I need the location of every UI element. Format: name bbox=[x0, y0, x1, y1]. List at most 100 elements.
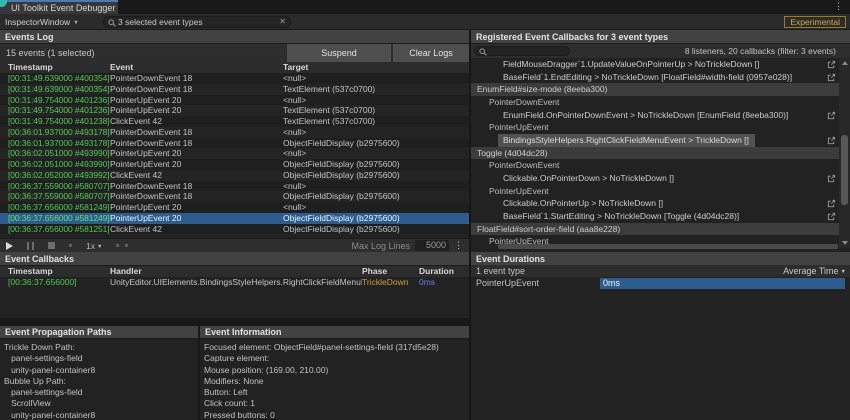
column-target[interactable]: Target bbox=[283, 62, 469, 73]
panel-picker-label: InspectorWindow bbox=[5, 17, 70, 27]
propagation-line: Bubble Up Path: bbox=[4, 376, 198, 387]
registered-callback-row[interactable]: FieldMouseDragger`1.UpdateValueOnPointer… bbox=[471, 58, 850, 71]
registered-callback-row[interactable]: Clickable.OnPointerDown > NoTrickleDown … bbox=[471, 172, 850, 185]
tab-ui-toolkit-event-debugger[interactable]: UI Toolkit Event Debugger bbox=[0, 0, 118, 14]
event-log-row[interactable]: [00:36:02.051000 #493990]PointerUpEvent … bbox=[0, 159, 469, 170]
chevron-down-icon: ▼ bbox=[73, 20, 78, 26]
suspend-button[interactable]: Suspend bbox=[285, 44, 391, 62]
event-callback-row[interactable]: [00:36:37.656000]UnityEditor.UIElements.… bbox=[0, 277, 469, 288]
event-target: <null> bbox=[283, 202, 469, 213]
events-log-rows: [00:31:49.639000 #400354]PointerDownEven… bbox=[0, 73, 469, 234]
registered-group-header[interactable]: Toggle (4d04dc28) bbox=[471, 147, 850, 160]
event-name: ClickEvent 42 bbox=[110, 170, 283, 181]
event-target: TextElement (537c0700) bbox=[283, 116, 469, 127]
registered-callback-text: BindingsStyleHelpers.RightClickFieldMenu… bbox=[498, 134, 755, 147]
stop-icon[interactable] bbox=[48, 242, 55, 249]
scroll-down-icon[interactable] bbox=[842, 241, 848, 245]
event-information-line: Button: Left bbox=[204, 387, 469, 398]
event-type-filter-field[interactable]: 3 selected event types ✕ bbox=[103, 16, 291, 28]
event-log-row[interactable]: [00:36:37.559000 #580707]PointerDownEven… bbox=[0, 191, 469, 202]
event-target: TextElement (537c0700) bbox=[283, 105, 469, 116]
duration-bar: 0ms bbox=[600, 278, 845, 289]
event-target: ObjectFieldDisplay (b2975600) bbox=[283, 159, 469, 170]
scrollbar-thumb[interactable] bbox=[841, 135, 848, 205]
vertical-scrollbar[interactable] bbox=[839, 58, 850, 248]
clear-filter-icon[interactable]: ✕ bbox=[279, 17, 286, 27]
registered-callback-row[interactable]: BindingsStyleHelpers.RightClickFieldMenu… bbox=[471, 134, 850, 147]
event-durations-rows: PointerUpEvent0ms bbox=[471, 277, 850, 289]
column-event[interactable]: Event bbox=[110, 62, 283, 73]
event-log-row[interactable]: [00:36:01.937000 #493178]PointerDownEven… bbox=[0, 127, 469, 138]
step-forward-icon[interactable] bbox=[116, 244, 119, 247]
event-duration-row[interactable]: PointerUpEvent0ms bbox=[471, 277, 850, 289]
event-log-row[interactable]: [00:36:01.937000 #493178]PointerDownEven… bbox=[0, 138, 469, 149]
propagation-line: unity-panel-container8 bbox=[4, 410, 198, 420]
event-timestamp: [00:36:37.559000 #580707] bbox=[8, 181, 110, 192]
horizontal-scrollbar[interactable] bbox=[498, 244, 838, 249]
step-end-icon[interactable] bbox=[125, 244, 128, 247]
column-handler[interactable]: Handler bbox=[110, 266, 362, 277]
registered-callbacks-search-field[interactable] bbox=[474, 46, 570, 56]
registered-callback-text: Clickable.OnPointerUp > NoTrickleDown [] bbox=[503, 197, 663, 210]
play-icon[interactable] bbox=[6, 242, 13, 250]
event-log-row[interactable]: [00:36:37.656000 #581249]PointerUpEvent … bbox=[0, 213, 469, 224]
registered-callback-row[interactable]: BaseField`1.EndEditing > NoTrickleDown [… bbox=[471, 71, 850, 84]
playback-speed-value: 1x bbox=[86, 241, 95, 251]
events-log-title: Events Log bbox=[0, 30, 469, 44]
event-log-row[interactable]: [00:31:49.754000 #401238]ClickEvent 42Te… bbox=[0, 116, 469, 127]
event-type-filter-value: 3 selected event types bbox=[118, 17, 203, 27]
event-callbacks-rows: [00:36:37.656000]UnityEditor.UIElements.… bbox=[0, 277, 469, 288]
event-log-row[interactable]: [00:31:49.639000 #400354]PointerDownEven… bbox=[0, 84, 469, 95]
event-log-row[interactable]: [00:36:02.051000 #493990]PointerUpEvent … bbox=[0, 148, 469, 159]
listeners-summary: 8 listeners, 20 callbacks (filter: 3 eve… bbox=[685, 44, 836, 58]
registered-event-type[interactable]: PointerUpEvent bbox=[471, 185, 850, 198]
log-options-menu-icon[interactable]: ⋮ bbox=[454, 240, 463, 251]
event-name: PointerUpEvent 20 bbox=[110, 95, 283, 106]
registered-event-type[interactable]: PointerUpEvent bbox=[471, 121, 850, 134]
event-target: <null> bbox=[283, 127, 469, 138]
callback-duration: 0ms bbox=[419, 277, 469, 288]
event-target: ObjectFieldDisplay (b2975600) bbox=[283, 191, 469, 202]
playback-speed-dropdown[interactable]: 1x▼ bbox=[86, 241, 102, 251]
events-log-column-headers: Timestamp Event Target bbox=[0, 62, 469, 73]
registered-event-type[interactable]: PointerDownEvent bbox=[471, 96, 850, 109]
registered-event-type[interactable]: PointerDownEvent bbox=[471, 159, 850, 172]
event-log-row[interactable]: [00:36:37.656000 #581251]ClickEvent 42Ob… bbox=[0, 224, 469, 235]
scroll-up-icon[interactable] bbox=[842, 61, 848, 65]
column-phase[interactable]: Phase bbox=[362, 266, 419, 277]
column-timestamp[interactable]: Timestamp bbox=[8, 62, 110, 73]
panel-picker-dropdown[interactable]: InspectorWindow▼ bbox=[5, 16, 79, 28]
propagation-line: Trickle Down Path: bbox=[4, 342, 198, 353]
event-name: PointerDownEvent 18 bbox=[110, 138, 283, 149]
event-log-row[interactable]: [00:31:49.754000 #401236]PointerUpEvent … bbox=[0, 95, 469, 106]
registered-callbacks-panel: Registered Event Callbacks for 3 event t… bbox=[471, 30, 850, 420]
registered-group-header[interactable]: EnumField#size-mode (8eeba300) bbox=[471, 83, 850, 96]
registered-callback-text: BaseField`1.StartEditing > NoTrickleDown… bbox=[503, 210, 739, 223]
propagation-line: panel-settings-field bbox=[4, 353, 198, 364]
window-menu-icon[interactable]: ⋮ bbox=[834, 1, 843, 12]
registered-callback-row[interactable]: BaseField`1.StartEditing > NoTrickleDown… bbox=[471, 210, 850, 223]
event-log-row[interactable]: [00:36:37.656000 #581249]PointerUpEvent … bbox=[0, 202, 469, 213]
event-name: PointerDownEvent 18 bbox=[110, 127, 283, 138]
event-log-row[interactable]: [00:31:49.754000 #401236]PointerUpEvent … bbox=[0, 105, 469, 116]
max-log-lines-label: Max Log Lines bbox=[351, 241, 410, 251]
registered-callback-row[interactable]: Clickable.OnPointerUp > NoTrickleDown [] bbox=[471, 197, 850, 210]
column-timestamp[interactable]: Timestamp bbox=[8, 266, 110, 277]
event-timestamp: [00:31:49.754000 #401236] bbox=[8, 105, 110, 116]
registered-callback-row[interactable]: EnumField.OnPointerDownEvent > NoTrickle… bbox=[471, 109, 850, 122]
event-timestamp: [00:36:02.052000 #493992] bbox=[8, 170, 110, 181]
event-log-row[interactable]: [00:31:49.639000 #400354]PointerDownEven… bbox=[0, 73, 469, 84]
event-log-row[interactable]: [00:36:37.559000 #580707]PointerDownEven… bbox=[0, 181, 469, 192]
registered-callbacks-filter-row: 8 listeners, 20 callbacks (filter: 3 eve… bbox=[471, 44, 850, 58]
chevron-down-icon: ▼ bbox=[841, 269, 846, 275]
clear-logs-button[interactable]: Clear Logs bbox=[391, 44, 469, 62]
event-information-panel: Event Information Focused element: Objec… bbox=[200, 326, 469, 420]
registered-group-header[interactable]: FloatField#sort-order-field (aaa8e228) bbox=[471, 223, 850, 236]
event-information-line: Mouse position: (169.00, 210.00) bbox=[204, 365, 469, 376]
pause-icon[interactable] bbox=[27, 242, 34, 250]
step-back-icon[interactable] bbox=[69, 244, 72, 247]
debugger-toolbar: InspectorWindow▼ 3 selected event types … bbox=[0, 14, 850, 30]
column-duration[interactable]: Duration bbox=[419, 266, 469, 277]
event-log-row[interactable]: [00:36:02.052000 #493992]ClickEvent 42Ob… bbox=[0, 170, 469, 181]
max-log-lines-field[interactable]: 5000 bbox=[415, 240, 449, 251]
